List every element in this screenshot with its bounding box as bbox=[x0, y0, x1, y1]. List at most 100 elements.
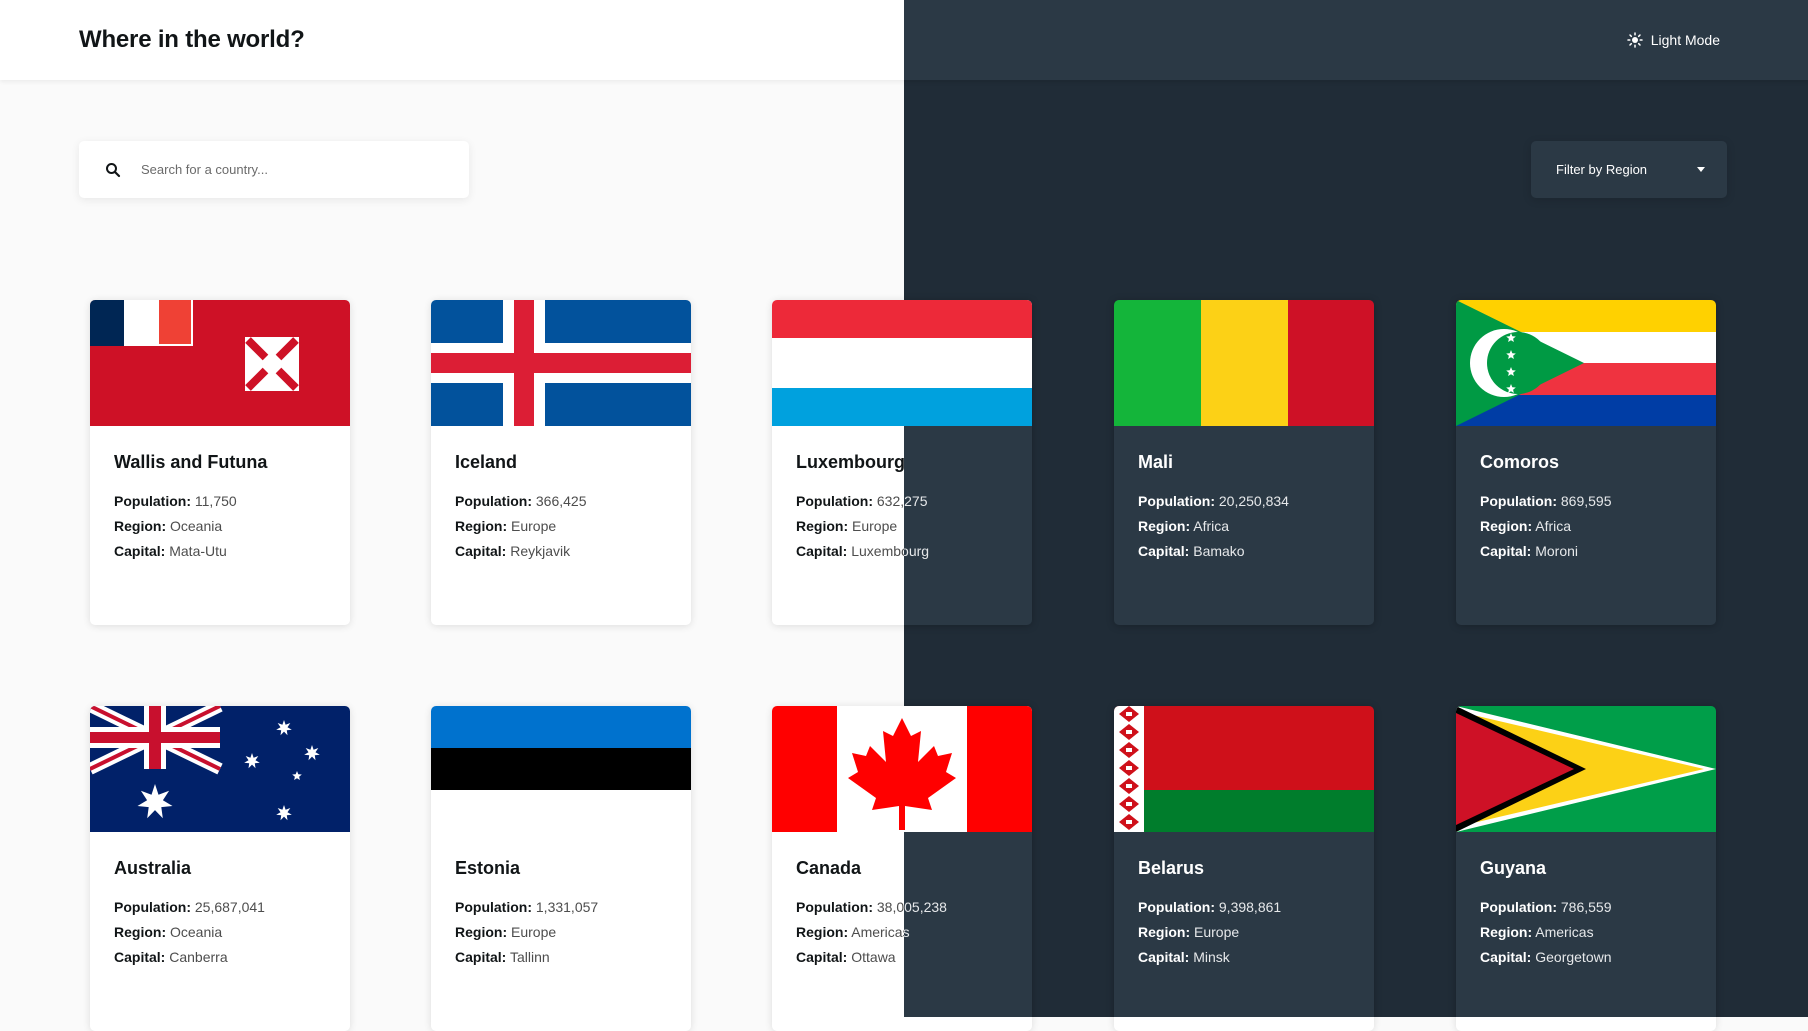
country-card-body: Iceland Population: 366,425 Region: Euro… bbox=[431, 426, 691, 564]
region-label: Region: bbox=[114, 518, 167, 534]
country-card-guyana[interactable]: Guyana Population: 786,559 Region: Ameri… bbox=[1456, 706, 1716, 1017]
region-stat: Region: Africa bbox=[1138, 514, 1350, 539]
country-card-estonia[interactable]: Estonia Population: 1,331,057 Region: Eu… bbox=[431, 706, 691, 1031]
region-label: Region: bbox=[455, 924, 508, 940]
region-value: Europe bbox=[1194, 924, 1240, 940]
capital-stat: Capital: Canberra bbox=[114, 945, 326, 970]
population-label: Population: bbox=[114, 899, 191, 915]
population-label: Population: bbox=[455, 899, 532, 915]
region-stat: Region: Europe bbox=[1138, 920, 1350, 945]
guyana-flag bbox=[1456, 706, 1716, 832]
region-label: Region: bbox=[1138, 924, 1191, 940]
capital-label: Capital: bbox=[455, 543, 507, 559]
population-stat: Population: 20,250,834 bbox=[1138, 489, 1350, 514]
capital-stat: Capital: Minsk bbox=[1138, 945, 1350, 970]
population-value: 20,250,834 bbox=[1218, 493, 1289, 509]
capital-label: Capital: bbox=[796, 543, 848, 559]
region-value: Americas bbox=[1535, 924, 1594, 940]
region-value: Europe bbox=[511, 924, 557, 940]
country-card-mali[interactable]: Mali Population: 20,250,834 Region: Afri… bbox=[1114, 300, 1374, 625]
population-value: 869,595 bbox=[1560, 493, 1612, 509]
capital-stat: Capital: Tallinn bbox=[455, 945, 667, 970]
capital-label: Capital: bbox=[114, 543, 166, 559]
population-stat: Population: 25,687,041 bbox=[114, 895, 326, 920]
country-card-belarus[interactable]: Belarus Population: 9,398,861 Region: Eu… bbox=[1114, 706, 1374, 1017]
country-card-body: Guyana Population: 786,559 Region: Ameri… bbox=[1456, 832, 1716, 970]
capital-label: Capital: bbox=[1138, 949, 1190, 965]
region-value: Africa bbox=[1535, 518, 1572, 534]
population-value: 9,398,861 bbox=[1218, 899, 1282, 915]
country-card-australia[interactable]: Australia Population: 25,687,041 Region:… bbox=[90, 706, 350, 1031]
population-label: Population: bbox=[1138, 493, 1215, 509]
country-name: Mali bbox=[1138, 452, 1174, 472]
country-name: Comoros bbox=[1480, 452, 1560, 472]
capital-label: Capital: bbox=[455, 949, 507, 965]
region-label: Region: bbox=[1480, 924, 1533, 940]
region-stat: Region: Americas bbox=[1480, 920, 1692, 945]
region-stat: Region: Africa bbox=[1480, 514, 1692, 539]
population-label: Population: bbox=[114, 493, 191, 509]
population-stat: Population: 869,595 bbox=[1480, 489, 1692, 514]
region-stat: Region: Oceania bbox=[114, 920, 326, 945]
country-card-wallis-and-futuna[interactable]: Wallis and Futuna Population: 11,750 Reg… bbox=[90, 300, 350, 625]
capital-stat: Capital: Mata-Utu bbox=[114, 539, 326, 564]
country-name: Guyana bbox=[1480, 858, 1547, 878]
belarus-flag bbox=[1114, 706, 1374, 832]
country-card-comoros[interactable]: Comoros Population: 869,595 Region: Afri… bbox=[1456, 300, 1716, 625]
capital-label: Capital: bbox=[1480, 949, 1532, 965]
country-card-body: Australia Population: 25,687,041 Region:… bbox=[90, 832, 350, 970]
population-stat: Population: 786,559 bbox=[1480, 895, 1692, 920]
country-card-body: Mali Population: 20,250,834 Region: Afri… bbox=[1114, 426, 1374, 564]
australia-flag bbox=[90, 706, 350, 832]
capital-stat: Capital: Moroni bbox=[1480, 539, 1692, 564]
capital-label: Capital: bbox=[1138, 543, 1190, 559]
capital-stat: Capital: Georgetown bbox=[1480, 945, 1692, 970]
capital-value: Georgetown bbox=[1535, 949, 1612, 965]
capital-label: Capital: bbox=[1480, 543, 1532, 559]
capital-value: Ottawa bbox=[851, 949, 896, 965]
population-stat: Population: 9,398,861 bbox=[1138, 895, 1350, 920]
country-name: Estonia bbox=[455, 858, 521, 878]
population-value: 1,331,057 bbox=[535, 899, 599, 915]
population-label: Population: bbox=[796, 899, 873, 915]
capital-value: Mata-Utu bbox=[169, 543, 227, 559]
comoros-flag bbox=[1456, 300, 1716, 426]
capital-stat: Capital: Reykjavik bbox=[455, 539, 667, 564]
region-value: Africa bbox=[1193, 518, 1230, 534]
region-label: Region: bbox=[114, 924, 167, 940]
country-name: Belarus bbox=[1138, 858, 1205, 878]
capital-label: Capital: bbox=[796, 949, 848, 965]
population-label: Population: bbox=[1480, 493, 1557, 509]
capital-value: Reykjavik bbox=[510, 543, 571, 559]
population-label: Population: bbox=[1480, 899, 1557, 915]
population-stat: Population: 366,425 bbox=[455, 489, 667, 514]
region-label: Region: bbox=[1480, 518, 1533, 534]
country-card-body: Estonia Population: 1,331,057 Region: Eu… bbox=[431, 832, 691, 970]
population-value: 25,687,041 bbox=[194, 899, 265, 915]
region-stat: Region: Oceania bbox=[114, 514, 326, 539]
country-name: Iceland bbox=[455, 452, 518, 472]
population-label: Population: bbox=[455, 493, 532, 509]
capital-stat: Capital: Bamako bbox=[1138, 539, 1350, 564]
capital-label: Capital: bbox=[114, 949, 166, 965]
country-card-body: Belarus Population: 9,398,861 Region: Eu… bbox=[1114, 832, 1374, 970]
region-label: Region: bbox=[1138, 518, 1191, 534]
population-label: Population: bbox=[1138, 899, 1215, 915]
population-value: 11,750 bbox=[194, 493, 237, 509]
capital-value: Bamako bbox=[1193, 543, 1245, 559]
region-value: Europe bbox=[852, 518, 898, 534]
country-card-body: Comoros Population: 869,595 Region: Afri… bbox=[1456, 426, 1716, 564]
wallis-and-futuna-flag bbox=[90, 300, 350, 426]
country-name: Wallis and Futuna bbox=[114, 452, 268, 472]
region-label: Region: bbox=[796, 518, 849, 534]
population-value: 786,559 bbox=[1560, 899, 1612, 915]
country-card-iceland[interactable]: Iceland Population: 366,425 Region: Euro… bbox=[431, 300, 691, 625]
iceland-flag bbox=[431, 300, 691, 426]
region-value: Oceania bbox=[170, 924, 223, 940]
capital-value: Tallinn bbox=[509, 949, 550, 965]
region-label: Region: bbox=[455, 518, 508, 534]
population-stat: Population: 11,750 bbox=[114, 489, 326, 514]
population-stat: Population: 1,331,057 bbox=[455, 895, 667, 920]
region-value: Oceania bbox=[170, 518, 223, 534]
country-name: Australia bbox=[114, 858, 192, 878]
